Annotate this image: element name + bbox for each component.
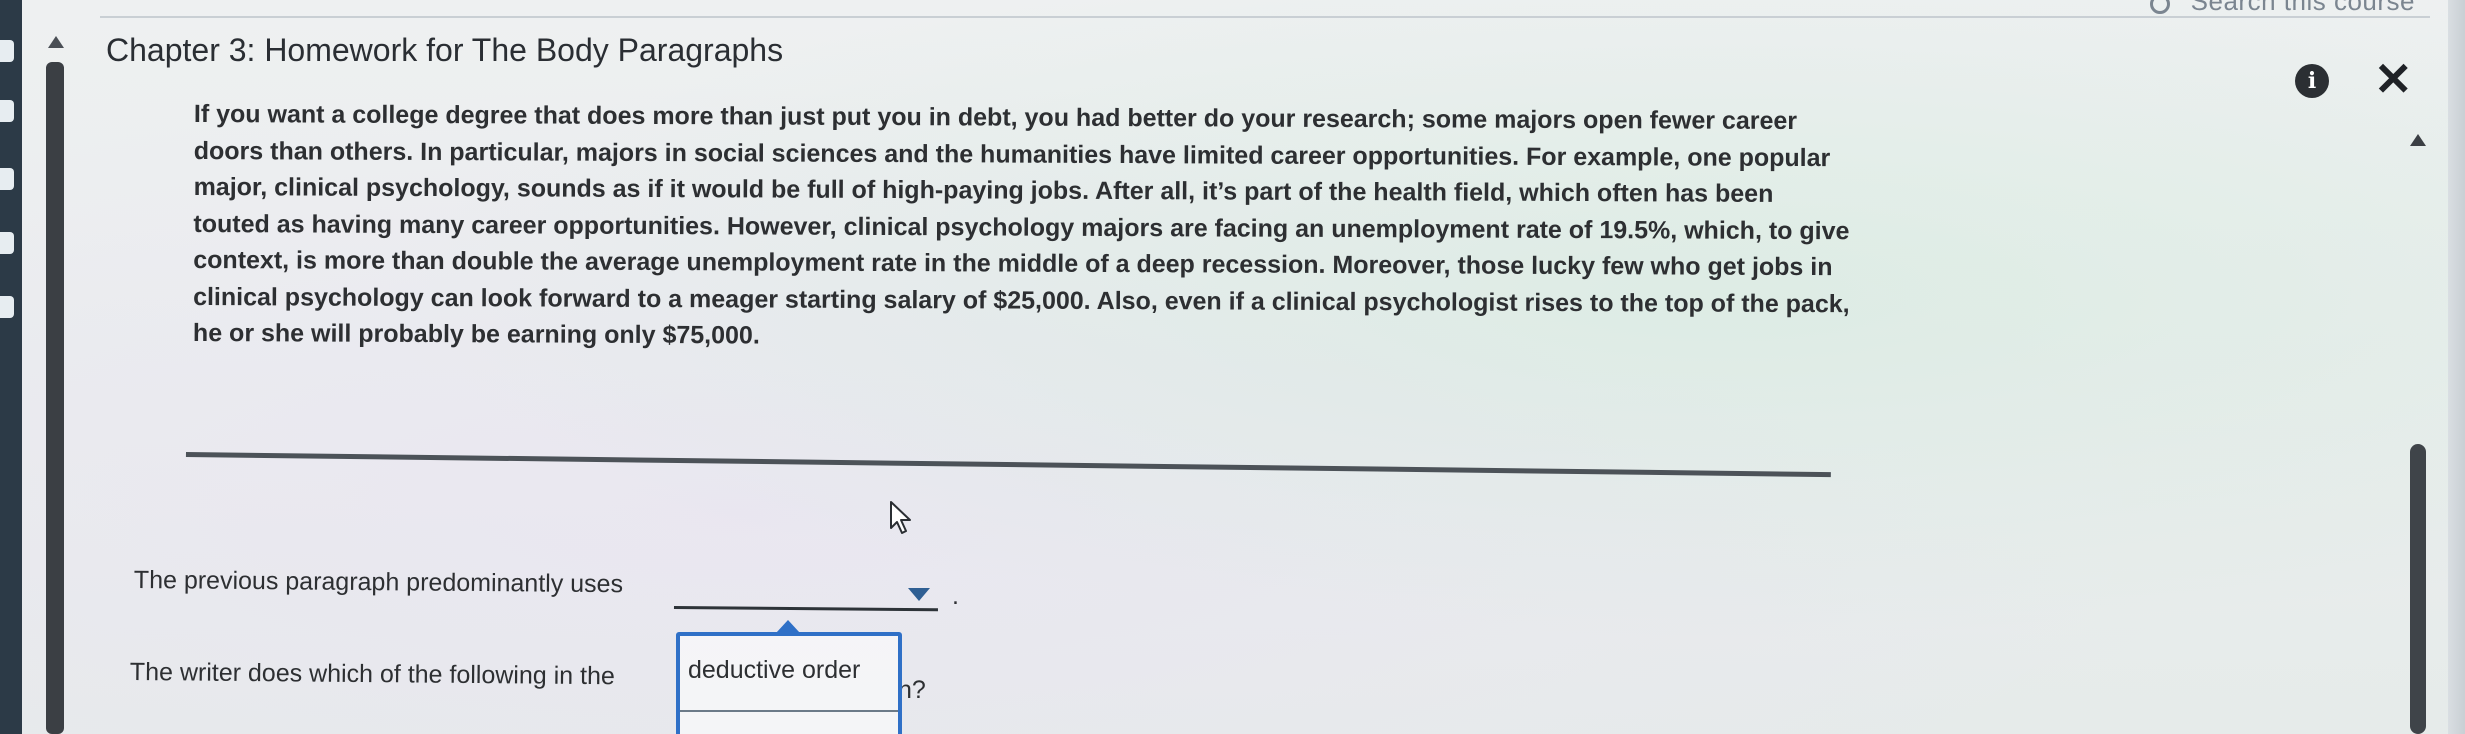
question-1-label: The previous paragraph predominantly use…: [133, 566, 624, 599]
window-right-edge: [2448, 0, 2465, 734]
question-2-label-end: h?: [898, 676, 926, 704]
body-paragraph: If you want a college degree that does m…: [192, 99, 1850, 350]
nav-icon-1[interactable]: [0, 40, 14, 62]
nav-icon-5[interactable]: [0, 296, 14, 318]
answer-dropdown[interactable]: [673, 606, 938, 612]
course-nav-strip: [0, 0, 22, 734]
chapter-title: Chapter 3: Homework for The Body Paragra…: [106, 32, 784, 68]
left-panel-scrollbar[interactable]: [46, 62, 64, 734]
scrollbar-thumb[interactable]: [2410, 444, 2426, 734]
search-icon[interactable]: [2150, 0, 2170, 14]
scroll-up-arrow-icon[interactable]: [2410, 134, 2426, 146]
chevron-down-icon[interactable]: [908, 588, 930, 601]
homework-screen: Search this course Chapter 3: Homework f…: [0, 0, 2465, 734]
dropdown-options-list: deductive order: [676, 632, 902, 734]
option-divider: [680, 710, 898, 712]
left-scroll-up-arrow-icon[interactable]: [48, 36, 64, 48]
top-divider: [100, 16, 2430, 18]
nav-icon-2[interactable]: [0, 100, 14, 122]
info-icon[interactable]: i: [2295, 64, 2329, 98]
dropdown-option[interactable]: deductive order: [688, 656, 860, 685]
mouse-cursor-icon: [890, 501, 911, 534]
question-1-period: .: [952, 582, 959, 610]
question-2-label: The writer does which of the following i…: [129, 658, 615, 691]
nav-icon-3[interactable]: [0, 168, 14, 190]
search-course-input[interactable]: Search this course: [2191, 0, 2415, 17]
nav-icon-4[interactable]: [0, 232, 14, 254]
close-icon[interactable]: ✕: [2374, 56, 2413, 102]
section-divider: [185, 452, 1831, 478]
